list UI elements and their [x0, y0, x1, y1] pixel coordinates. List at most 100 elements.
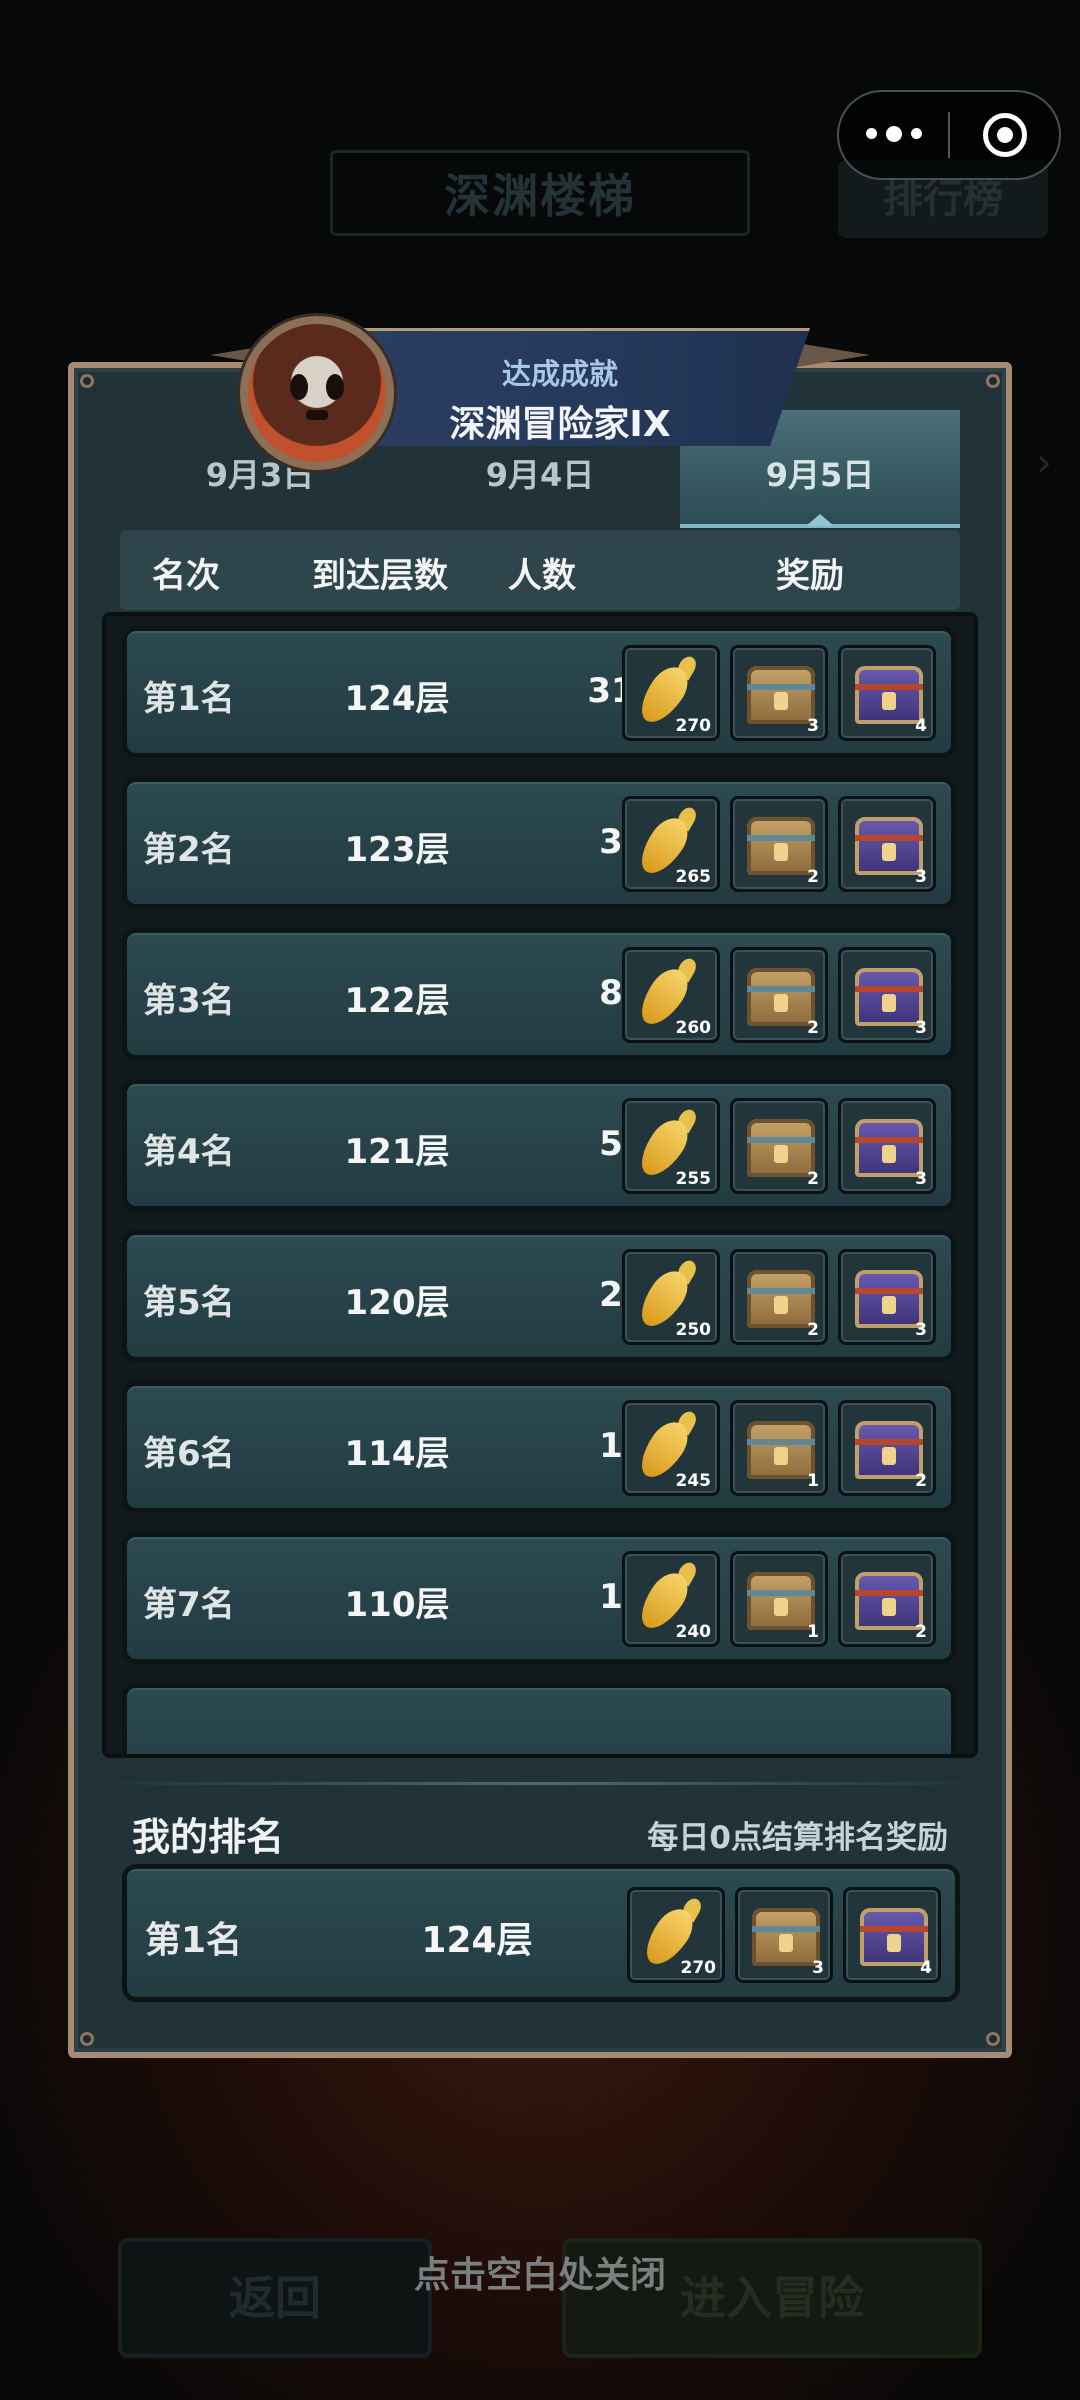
gold-chest-icon	[752, 1908, 820, 1966]
floor-cell: 120层	[344, 1283, 450, 1323]
purple-chest-icon	[855, 1119, 923, 1177]
my-rank-title: 我的排名	[132, 1815, 285, 1859]
lock-icon	[774, 1598, 788, 1616]
reward-item[interactable]: 1	[730, 1551, 828, 1647]
reward-quantity: 3	[915, 1320, 927, 1340]
floor-cell: 114层	[344, 1434, 450, 1474]
reward-item[interactable]: 240	[622, 1551, 720, 1647]
corner-ornament	[80, 374, 94, 388]
more-options-icon[interactable]	[839, 126, 948, 142]
reward-item[interactable]: 250	[622, 1249, 720, 1345]
gold-chest-icon	[747, 1572, 815, 1630]
reward-item[interactable]: 4	[843, 1887, 941, 1983]
rank-cell: 第1名	[143, 679, 235, 719]
avatar-eye	[326, 374, 344, 400]
rank-cell: 第2名	[143, 830, 235, 870]
avatar	[240, 316, 394, 470]
lock-icon	[882, 692, 896, 710]
floor-cell: 123层	[344, 830, 450, 870]
lock-icon	[774, 692, 788, 710]
reward-quantity: 1	[807, 1471, 819, 1491]
reward-quantity: 2	[915, 1471, 927, 1491]
reward-item[interactable]: 265	[622, 796, 720, 892]
reward-item[interactable]: 3	[735, 1887, 833, 1983]
avatar-eye	[290, 374, 308, 400]
reward-quantity: 3	[812, 1958, 824, 1978]
corner-ornament	[986, 2032, 1000, 2046]
table-row: 第6名 114层 1 245 1 2	[122, 1381, 956, 1513]
purple-chest-icon	[855, 1421, 923, 1479]
lock-icon	[779, 1934, 793, 1952]
reward-quantity: 250	[675, 1320, 712, 1340]
reward-item[interactable]: 2	[838, 1400, 936, 1496]
purple-chest-icon	[860, 1908, 928, 1966]
reward-item[interactable]: 270	[627, 1887, 725, 1983]
reward-quantity: 2	[807, 1018, 819, 1038]
reward-item[interactable]: 260	[622, 947, 720, 1043]
lock-icon	[774, 843, 788, 861]
floor-cell: 121层	[344, 1132, 450, 1172]
reward-item[interactable]: 245	[622, 1400, 720, 1496]
reward-item[interactable]: 3	[838, 1098, 936, 1194]
reward-list: 270 3 4	[622, 645, 936, 741]
table-row: 第5名 120层 2 250 2 3	[122, 1230, 956, 1362]
floor-cell: 110层	[344, 1585, 450, 1625]
reward-quantity: 260	[675, 1018, 712, 1038]
reward-quantity: 2	[807, 1320, 819, 1340]
ranking-list[interactable]: 第1名 124层 31 270 3 4 第2名 123层 3 265 2 3 第3名 122层 8 260 2 3…	[102, 612, 978, 1758]
reward-item[interactable]: 255	[622, 1098, 720, 1194]
lock-icon	[882, 1447, 896, 1465]
floor-cell: 122层	[344, 981, 450, 1021]
reward-list: 245 1 2	[622, 1400, 936, 1496]
floor-cell: 124层	[344, 679, 450, 719]
reward-item[interactable]: 2	[838, 1551, 936, 1647]
lock-icon	[887, 1934, 901, 1952]
purple-chest-icon	[855, 666, 923, 724]
close-target-icon[interactable]	[950, 113, 1059, 157]
header-floor: 到达层数	[312, 556, 448, 596]
reward-item[interactable]: 1	[730, 1400, 828, 1496]
gold-chest-icon	[747, 1270, 815, 1328]
reward-item[interactable]: 3	[730, 645, 828, 741]
tab-label: 9月5日	[765, 456, 875, 494]
corner-ornament	[986, 374, 1000, 388]
reward-item[interactable]: 270	[622, 645, 720, 741]
reward-quantity: 245	[675, 1471, 712, 1491]
header-count: 人数	[508, 556, 576, 596]
reward-item[interactable]: 2	[730, 947, 828, 1043]
gold-chest-icon	[747, 1421, 815, 1479]
reward-item[interactable]: 3	[838, 1249, 936, 1345]
reward-item[interactable]: 2	[730, 796, 828, 892]
table-header: 名次 到达层数 人数 奖励	[120, 530, 960, 610]
rank-cell: 第7名	[143, 1585, 235, 1625]
rank-cell: 第3名	[143, 981, 235, 1021]
lock-icon	[774, 994, 788, 1012]
reward-quantity: 2	[807, 1169, 819, 1189]
close-hint[interactable]: 点击空白处关闭	[0, 2246, 1080, 2298]
reward-item[interactable]: 2	[730, 1249, 828, 1345]
reward-quantity: 3	[915, 1018, 927, 1038]
table-row: 第7名 110层 1 240 1 2	[122, 1532, 956, 1664]
section-divider	[100, 1782, 980, 1785]
reward-quantity: 270	[675, 716, 712, 736]
reward-item[interactable]: 4	[838, 645, 936, 741]
reward-list: 240 1 2	[622, 1551, 936, 1647]
reward-quantity: 2	[915, 1622, 927, 1642]
lock-icon	[882, 1296, 896, 1314]
reward-quantity: 270	[680, 1958, 717, 1978]
reward-list: 260 2 3	[622, 947, 936, 1043]
reward-item[interactable]: 2	[730, 1098, 828, 1194]
reward-quantity: 240	[675, 1622, 712, 1642]
purple-chest-icon	[855, 1572, 923, 1630]
reward-quantity: 1	[807, 1622, 819, 1642]
reward-quantity: 4	[920, 1958, 932, 1978]
reward-item[interactable]: 3	[838, 947, 936, 1043]
lock-icon	[882, 994, 896, 1012]
rank-cell: 第6名	[143, 1434, 235, 1474]
lock-icon	[882, 1598, 896, 1616]
lock-icon	[774, 1447, 788, 1465]
table-row: 第1名 124层 31 270 3 4	[122, 626, 956, 758]
reward-item[interactable]: 3	[838, 796, 936, 892]
reward-quantity: 4	[915, 716, 927, 736]
gold-chest-icon	[747, 968, 815, 1026]
